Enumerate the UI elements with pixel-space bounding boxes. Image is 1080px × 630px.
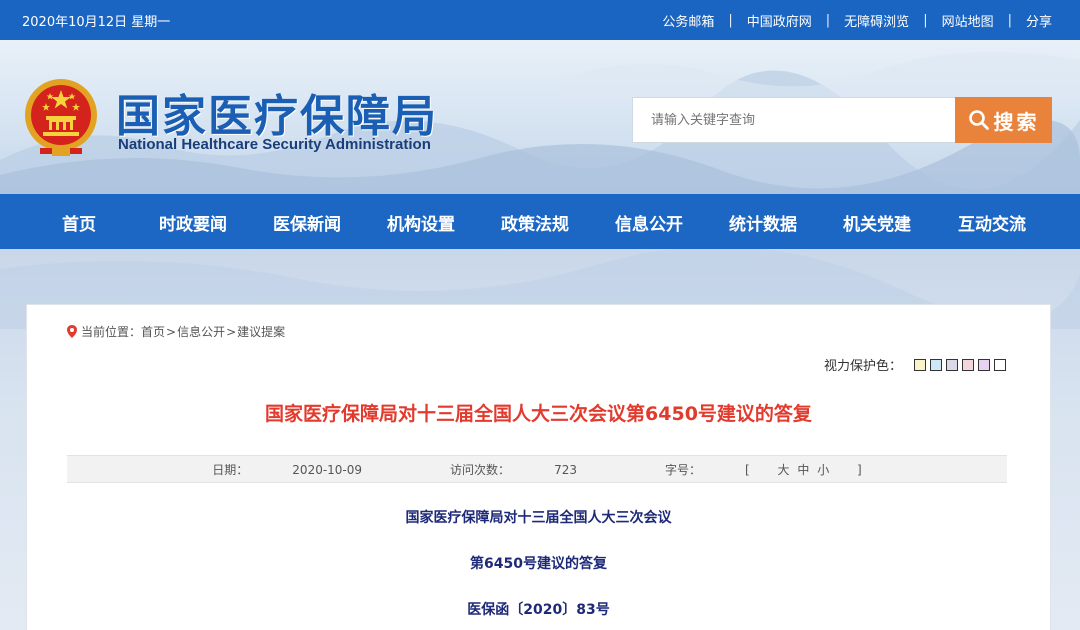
font-size-small[interactable]: 小 [817, 463, 829, 477]
nav-item-statistics[interactable]: 统计数据 [729, 210, 797, 235]
top-utility-bar: 2020年10月12日 星期一 公务邮箱 | 中国政府网 | 无障碍浏览 | 网… [0, 0, 1080, 40]
link-share[interactable]: 分享 [1026, 11, 1052, 30]
link-sitemap[interactable]: 网站地图 [942, 11, 994, 30]
link-official-mail[interactable]: 公务邮箱 [662, 11, 714, 30]
font-size-bracket-open: [ [744, 462, 750, 477]
national-emblem-icon [25, 79, 97, 156]
nav-item-interaction[interactable]: 互动交流 [958, 210, 1026, 235]
breadcrumb-proposals[interactable]: 建议提案 [237, 323, 285, 340]
separator: | [1007, 13, 1012, 28]
content-panel: 当前位置： 首页 > 信息公开 > 建议提案 视力保护色： 国家医疗保障局对十三… [26, 304, 1051, 630]
color-swatch-pink[interactable] [962, 358, 974, 371]
article-visits: 访问次数： 723 [428, 461, 599, 478]
site-title: 国家医疗保障局 [116, 91, 438, 142]
breadcrumb-prefix: 当前位置： [81, 325, 142, 339]
font-size-label: 字号： [664, 462, 701, 477]
search-button[interactable]: 搜索 [955, 97, 1052, 143]
link-accessibility[interactable]: 无障碍浏览 [844, 11, 909, 30]
article-meta: 日期： 2020-10-09 访问次数： 723 字号： [ 大 中 小 ] [67, 455, 1007, 483]
color-swatch-yellow[interactable] [914, 358, 926, 371]
location-pin-icon [67, 325, 77, 338]
search-icon [968, 110, 989, 130]
nav-item-info-disclosure[interactable]: 信息公开 [615, 210, 683, 235]
date-label: 日期： [212, 462, 249, 477]
breadcrumb-separator: > [166, 324, 177, 339]
eye-protection-label: 视力保护色： [823, 359, 902, 374]
document-number: 医保函〔2020〕83号 [467, 602, 610, 618]
nav-item-healthcare-news[interactable]: 医保新闻 [273, 210, 341, 235]
font-size-selector: 字号： [ 大 中 小 ] [643, 461, 884, 478]
breadcrumb-separator: > [226, 324, 237, 339]
main-nav: 首页 时政要闻 医保新闻 机构设置 政策法规 信息公开 统计数据 机关党建 互动… [0, 194, 1080, 249]
separator: | [923, 13, 928, 28]
font-size-large[interactable]: 大 [778, 463, 790, 477]
article-heading-line-2: 第6450号建议的答复 [470, 556, 607, 572]
date-value: 2020-10-09 [292, 462, 363, 477]
color-swatch-gray[interactable] [946, 358, 958, 371]
breadcrumb: 当前位置： 首页 > 信息公开 > 建议提案 [67, 323, 285, 340]
nav-item-policies[interactable]: 政策法规 [501, 210, 569, 235]
visits-label: 访问次数： [450, 462, 511, 477]
search-button-label: 搜索 [993, 109, 1040, 134]
separator: | [825, 13, 831, 28]
top-links: 公务邮箱 | 中国政府网 | 无障碍浏览 | 网站地图 | 分享 [662, 11, 1052, 30]
nav-item-home[interactable]: 首页 [62, 210, 96, 235]
nav-item-party-building[interactable]: 机关党建 [843, 210, 911, 235]
nav-item-organization[interactable]: 机构设置 [387, 210, 455, 235]
font-size-medium[interactable]: 中 [797, 463, 809, 477]
article-heading-line-1: 国家医疗保障局对十三届全国人大三次会议 [405, 510, 672, 526]
breadcrumb-info-disclosure[interactable]: 信息公开 [177, 323, 225, 340]
article-date: 日期： 2020-10-09 [190, 461, 384, 478]
eye-protection-colors: 视力保护色： [824, 355, 1006, 374]
search-input[interactable] [632, 97, 956, 143]
color-swatch-purple[interactable] [978, 358, 990, 371]
current-date: 2020年10月12日 星期一 [22, 15, 171, 30]
link-gov-portal[interactable]: 中国政府网 [747, 11, 812, 30]
color-swatch-blue[interactable] [930, 358, 942, 371]
separator: | [728, 13, 733, 28]
article-title: 国家医疗保障局对十三届全国人大三次会议第6450号建议的答复 [265, 403, 812, 425]
site-header: 国家医疗保障局 National Healthcare Security Adm… [0, 40, 1080, 194]
site-subtitle: National Healthcare Security Administrat… [118, 136, 431, 153]
visits-value: 723 [554, 462, 577, 477]
font-size-bracket-close: ] [857, 462, 862, 477]
color-swatch-white[interactable] [994, 358, 1006, 371]
breadcrumb-home[interactable]: 首页 [141, 323, 165, 340]
nav-item-current-affairs[interactable]: 时政要闻 [159, 210, 227, 235]
